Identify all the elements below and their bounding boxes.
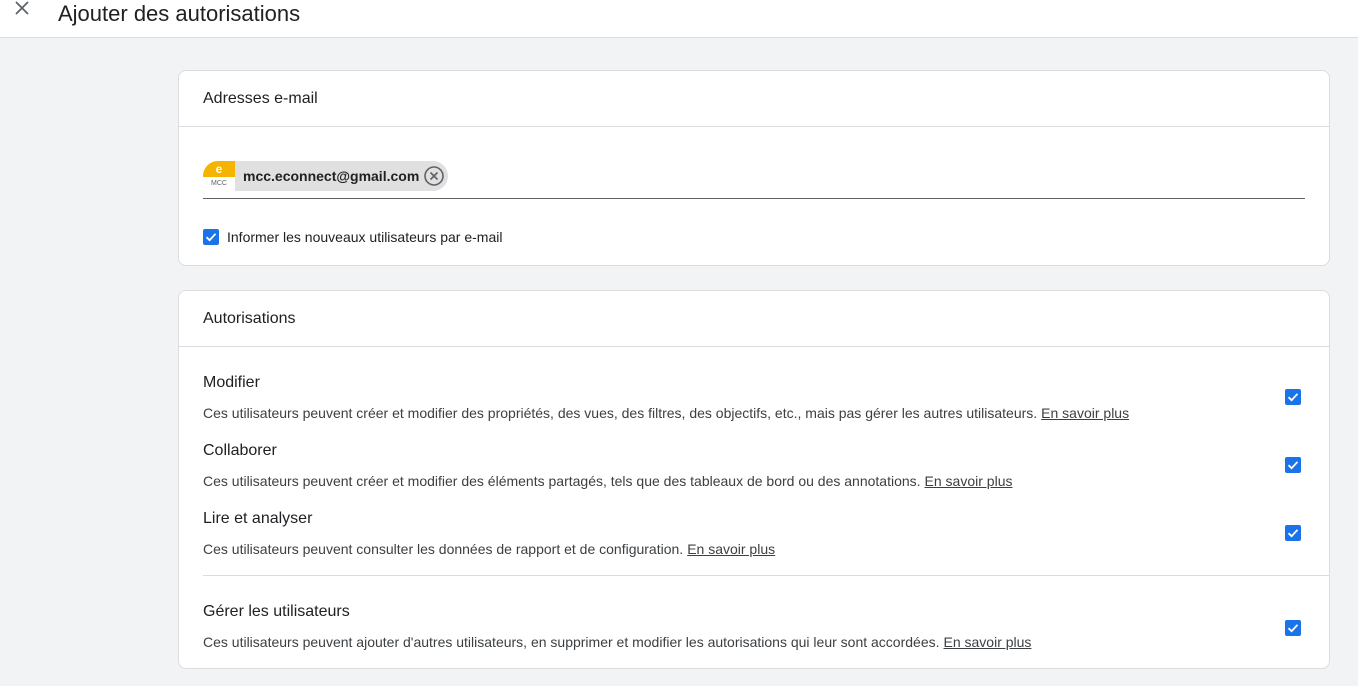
permission-description: Ces utilisateurs peuvent consulter les d… bbox=[203, 540, 1307, 558]
permission-title: Lire et analyser bbox=[203, 510, 313, 527]
permission-checkbox-lire-analyser[interactable] bbox=[1285, 525, 1301, 541]
permission-item-collaborer: Collaborer Ces utilisateurs peuvent crée… bbox=[203, 441, 1307, 490]
notify-users-checkbox[interactable] bbox=[203, 229, 219, 245]
permission-description: Ces utilisateurs peuvent créer et modifi… bbox=[203, 472, 1307, 490]
permission-description: Ces utilisateurs peuvent ajouter d'autre… bbox=[203, 633, 1307, 651]
permission-item-gerer-utilisateurs: Gérer les utilisateurs Ces utilisateurs … bbox=[203, 602, 1307, 651]
learn-more-link[interactable]: En savoir plus bbox=[944, 634, 1032, 650]
permission-description-text: Ces utilisateurs peuvent consulter les d… bbox=[203, 541, 684, 557]
close-icon[interactable] bbox=[12, 0, 32, 18]
cancel-circle-icon[interactable] bbox=[423, 165, 445, 187]
page-title: Ajouter des autorisations bbox=[58, 1, 301, 26]
avatar-sub-label: MCC bbox=[203, 177, 235, 191]
email-chip-label: mcc.econnect@gmail.com bbox=[243, 168, 420, 184]
permission-item-lire-analyser: Lire et analyser Ces utilisateurs peuven… bbox=[203, 509, 1307, 558]
avatar: e MCC bbox=[203, 161, 235, 191]
permission-title: Collaborer bbox=[203, 442, 277, 459]
permission-description-text: Ces utilisateurs peuvent ajouter d'autre… bbox=[203, 634, 940, 650]
email-card: Adresses e-mail e MCC mcc.econnect@gmail… bbox=[178, 70, 1330, 266]
permission-description-text: Ces utilisateurs peuvent créer et modifi… bbox=[203, 473, 921, 489]
permission-title: Gérer les utilisateurs bbox=[203, 603, 350, 620]
permissions-section-title: Autorisations bbox=[179, 291, 1329, 347]
divider bbox=[203, 575, 1330, 576]
learn-more-link[interactable]: En savoir plus bbox=[925, 473, 1013, 489]
email-section-title: Adresses e-mail bbox=[179, 71, 1329, 127]
permission-checkbox-gerer-utilisateurs[interactable] bbox=[1285, 620, 1301, 636]
notify-users-label: Informer les nouveaux utilisateurs par e… bbox=[227, 229, 503, 245]
avatar-letter: e bbox=[203, 161, 235, 177]
learn-more-link[interactable]: En savoir plus bbox=[1041, 405, 1129, 421]
permissions-card: Autorisations Modifier Ces utilisateurs … bbox=[178, 290, 1330, 669]
learn-more-link[interactable]: En savoir plus bbox=[687, 541, 775, 557]
notify-users-row: Informer les nouveaux utilisateurs par e… bbox=[203, 229, 502, 245]
permission-description: Ces utilisateurs peuvent créer et modifi… bbox=[203, 404, 1307, 422]
email-input-field[interactable]: e MCC mcc.econnect@gmail.com bbox=[203, 161, 1305, 199]
email-chip[interactable]: e MCC mcc.econnect@gmail.com bbox=[203, 161, 449, 191]
top-bar: Ajouter des autorisations bbox=[0, 0, 1358, 38]
permission-description-text: Ces utilisateurs peuvent créer et modifi… bbox=[203, 405, 1038, 421]
permission-title: Modifier bbox=[203, 374, 260, 391]
permission-checkbox-modifier[interactable] bbox=[1285, 389, 1301, 405]
permission-item-modifier: Modifier Ces utilisateurs peuvent créer … bbox=[203, 373, 1307, 422]
permission-checkbox-collaborer[interactable] bbox=[1285, 457, 1301, 473]
